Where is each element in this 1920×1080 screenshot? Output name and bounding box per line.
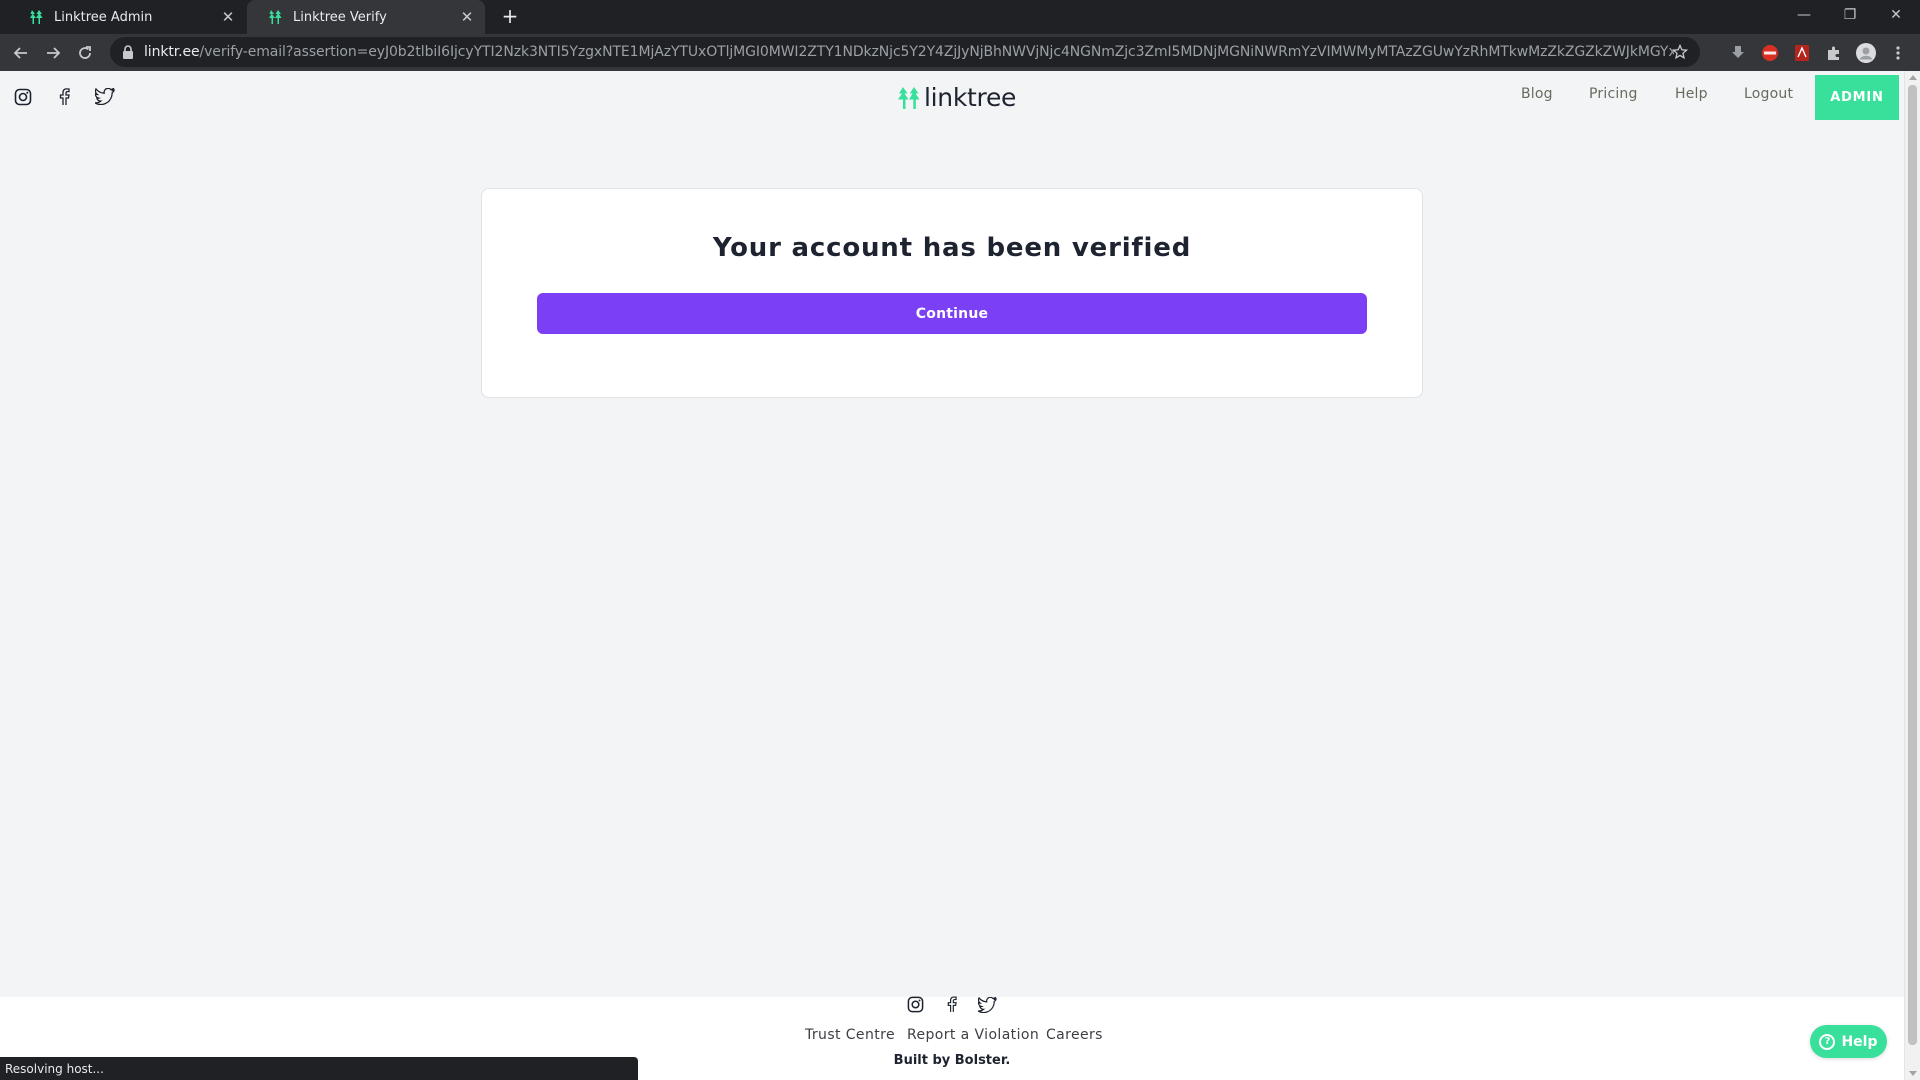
footer-report-violation-link[interactable]: Report a Violation xyxy=(907,1027,1039,1043)
footer-social-links xyxy=(905,994,998,1015)
twitter-icon[interactable] xyxy=(977,994,998,1015)
admin-button[interactable]: ADMIN xyxy=(1815,75,1899,120)
forward-arrow-icon[interactable] xyxy=(40,40,66,66)
restore-icon[interactable]: ❐ xyxy=(1827,0,1873,30)
tab-linktree-verify[interactable]: Linktree Verify ✕ xyxy=(247,0,485,34)
tab-close-icon[interactable]: ✕ xyxy=(220,8,236,26)
footer-careers-link[interactable]: Careers xyxy=(1046,1027,1103,1043)
scroll-thumb[interactable] xyxy=(1908,85,1917,1045)
verification-card: Your account has been verified Continue xyxy=(481,188,1423,398)
logo-wordmark: linktree xyxy=(924,83,1017,112)
nav-logout-link[interactable]: Logout xyxy=(1744,86,1793,102)
tab-close-icon[interactable]: ✕ xyxy=(459,8,475,26)
facebook-icon[interactable] xyxy=(53,86,74,107)
address-bar[interactable]: linktr.ee/verify-email?assertion=eyJ0b2t… xyxy=(110,37,1700,67)
help-widget-button[interactable]: ? Help xyxy=(1810,1025,1887,1058)
linktree-logo-icon xyxy=(896,85,922,111)
url-text: linktr.ee/verify-email?assertion=eyJ0b2t… xyxy=(144,44,1674,60)
question-icon: ? xyxy=(1819,1033,1836,1050)
help-widget-label: Help xyxy=(1841,1033,1878,1050)
continue-button[interactable]: Continue xyxy=(537,293,1367,334)
tab-linktree-admin[interactable]: Linktree Admin ✕ xyxy=(8,0,246,34)
linktree-favicon-icon xyxy=(267,9,283,25)
tab-title: Linktree Verify xyxy=(293,9,387,25)
instagram-icon[interactable] xyxy=(905,994,926,1015)
browser-tab-bar: Linktree Admin ✕ Linktree Verify ✕ + — ❐… xyxy=(0,0,1920,34)
page-scrollbar[interactable] xyxy=(1904,71,1920,1080)
new-tab-plus-icon[interactable]: + xyxy=(498,5,522,29)
scroll-up-arrow-icon[interactable] xyxy=(1909,75,1917,80)
twitter-icon[interactable] xyxy=(94,86,115,107)
reload-icon[interactable] xyxy=(72,40,98,66)
bookmark-star-icon[interactable] xyxy=(1672,44,1688,60)
download-icon[interactable] xyxy=(1728,43,1748,63)
yab-extension-icon[interactable] xyxy=(1760,43,1780,63)
back-arrow-icon[interactable] xyxy=(8,40,34,66)
nav-blog-link[interactable]: Blog xyxy=(1521,86,1553,102)
nav-pricing-link[interactable]: Pricing xyxy=(1589,86,1638,102)
extensions-puzzle-icon[interactable] xyxy=(1824,43,1844,63)
status-bar: Resolving host... xyxy=(0,1057,638,1080)
tab-title: Linktree Admin xyxy=(54,9,153,25)
window-close-icon[interactable]: ✕ xyxy=(1873,0,1919,30)
linktree-favicon-icon xyxy=(28,9,44,25)
pdf-extension-icon[interactable] xyxy=(1792,43,1812,63)
browser-menu-icon[interactable] xyxy=(1888,43,1908,63)
lock-icon xyxy=(122,45,136,59)
minimize-icon[interactable]: — xyxy=(1781,0,1827,30)
facebook-icon[interactable] xyxy=(941,994,962,1015)
header-social-links xyxy=(12,86,115,107)
profile-avatar-icon[interactable] xyxy=(1856,43,1876,63)
scroll-down-arrow-icon[interactable] xyxy=(1909,1071,1917,1076)
browser-toolbar: linktr.ee/verify-email?assertion=eyJ0b2t… xyxy=(0,34,1920,71)
verification-heading: Your account has been verified xyxy=(712,233,1192,263)
nav-help-link[interactable]: Help xyxy=(1675,86,1708,102)
footer-trust-centre-link[interactable]: Trust Centre xyxy=(805,1027,895,1043)
page-viewport: linktree Blog Pricing Help Logout ADMIN … xyxy=(0,71,1904,1080)
linktree-logo[interactable]: linktree xyxy=(896,83,1016,112)
instagram-icon[interactable] xyxy=(12,86,33,107)
